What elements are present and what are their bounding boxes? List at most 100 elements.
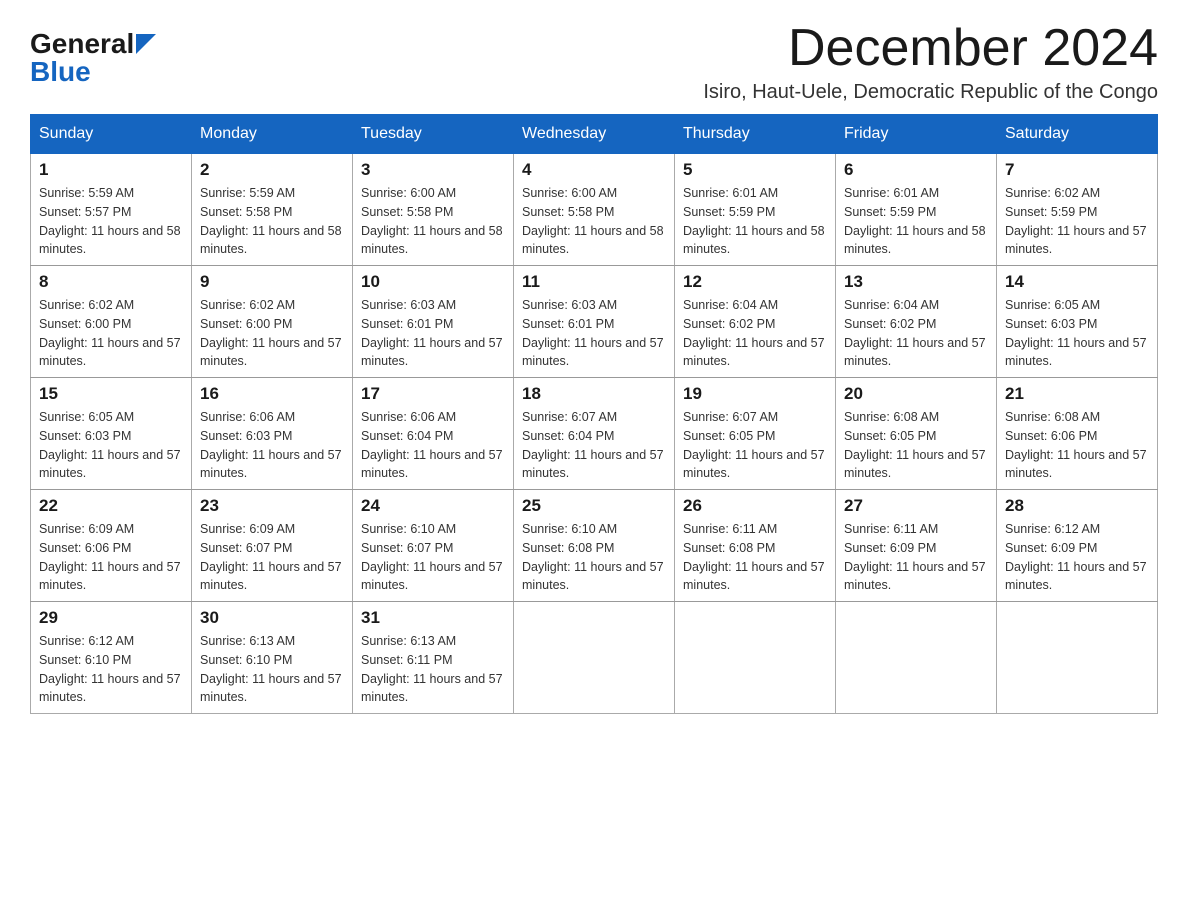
calendar-cell: 2 Sunrise: 5:59 AMSunset: 5:58 PMDaylight… bbox=[192, 154, 353, 266]
day-info: Sunrise: 6:08 AMSunset: 6:05 PMDaylight:… bbox=[844, 408, 988, 483]
day-number: 3 bbox=[361, 160, 505, 180]
calendar-cell: 20 Sunrise: 6:08 AMSunset: 6:05 PMDayligh… bbox=[836, 378, 997, 490]
col-header-tuesday: Tuesday bbox=[353, 115, 514, 154]
day-number: 22 bbox=[39, 496, 183, 516]
calendar-cell: 3 Sunrise: 6:00 AMSunset: 5:58 PMDaylight… bbox=[353, 154, 514, 266]
day-number: 15 bbox=[39, 384, 183, 404]
day-info: Sunrise: 6:12 AMSunset: 6:09 PMDaylight:… bbox=[1005, 520, 1149, 595]
calendar-cell: 22 Sunrise: 6:09 AMSunset: 6:06 PMDayligh… bbox=[31, 490, 192, 602]
day-number: 1 bbox=[39, 160, 183, 180]
logo: General Blue bbox=[30, 30, 156, 86]
day-number: 26 bbox=[683, 496, 827, 516]
calendar-header-row: SundayMondayTuesdayWednesdayThursdayFrid… bbox=[31, 115, 1158, 154]
day-info: Sunrise: 6:07 AMSunset: 6:05 PMDaylight:… bbox=[683, 408, 827, 483]
day-info: Sunrise: 6:12 AMSunset: 6:10 PMDaylight:… bbox=[39, 632, 183, 707]
calendar-cell: 21 Sunrise: 6:08 AMSunset: 6:06 PMDayligh… bbox=[997, 378, 1158, 490]
day-info: Sunrise: 6:10 AMSunset: 6:07 PMDaylight:… bbox=[361, 520, 505, 595]
calendar-cell: 1Sunrise: 5:59 AMSunset: 5:57 PMDaylight… bbox=[31, 154, 192, 266]
calendar-cell: 26 Sunrise: 6:11 AMSunset: 6:08 PMDayligh… bbox=[675, 490, 836, 602]
col-header-sunday: Sunday bbox=[31, 115, 192, 154]
day-info: Sunrise: 6:08 AMSunset: 6:06 PMDaylight:… bbox=[1005, 408, 1149, 483]
day-info: Sunrise: 5:59 AMSunset: 5:58 PMDaylight:… bbox=[200, 184, 344, 259]
col-header-thursday: Thursday bbox=[675, 115, 836, 154]
day-info: Sunrise: 6:00 AMSunset: 5:58 PMDaylight:… bbox=[522, 184, 666, 259]
day-number: 21 bbox=[1005, 384, 1149, 404]
calendar-cell: 10 Sunrise: 6:03 AMSunset: 6:01 PMDayligh… bbox=[353, 266, 514, 378]
calendar-cell bbox=[997, 602, 1158, 714]
day-info: Sunrise: 6:05 AMSunset: 6:03 PMDaylight:… bbox=[39, 408, 183, 483]
calendar-cell: 19 Sunrise: 6:07 AMSunset: 6:05 PMDayligh… bbox=[675, 378, 836, 490]
calendar-week-row: 22 Sunrise: 6:09 AMSunset: 6:06 PMDayligh… bbox=[31, 490, 1158, 602]
day-info: Sunrise: 6:13 AMSunset: 6:11 PMDaylight:… bbox=[361, 632, 505, 707]
calendar-cell: 15 Sunrise: 6:05 AMSunset: 6:03 PMDayligh… bbox=[31, 378, 192, 490]
calendar-cell: 5 Sunrise: 6:01 AMSunset: 5:59 PMDaylight… bbox=[675, 154, 836, 266]
day-number: 28 bbox=[1005, 496, 1149, 516]
calendar-cell: 28 Sunrise: 6:12 AMSunset: 6:09 PMDayligh… bbox=[997, 490, 1158, 602]
day-info: Sunrise: 6:03 AMSunset: 6:01 PMDaylight:… bbox=[522, 296, 666, 371]
calendar-week-row: 15 Sunrise: 6:05 AMSunset: 6:03 PMDayligh… bbox=[31, 378, 1158, 490]
day-info: Sunrise: 6:05 AMSunset: 6:03 PMDaylight:… bbox=[1005, 296, 1149, 371]
day-number: 4 bbox=[522, 160, 666, 180]
day-number: 6 bbox=[844, 160, 988, 180]
calendar-cell: 7Sunrise: 6:02 AMSunset: 5:59 PMDaylight… bbox=[997, 154, 1158, 266]
page-header: General Blue December 2024 Isiro, Haut-U… bbox=[30, 20, 1158, 104]
day-info: Sunrise: 6:07 AMSunset: 6:04 PMDaylight:… bbox=[522, 408, 666, 483]
calendar-table: SundayMondayTuesdayWednesdayThursdayFrid… bbox=[30, 114, 1158, 714]
day-info: Sunrise: 6:09 AMSunset: 6:06 PMDaylight:… bbox=[39, 520, 183, 595]
calendar-cell: 25Sunrise: 6:10 AMSunset: 6:08 PMDayligh… bbox=[514, 490, 675, 602]
calendar-cell bbox=[514, 602, 675, 714]
col-header-wednesday: Wednesday bbox=[514, 115, 675, 154]
calendar-cell: 23 Sunrise: 6:09 AMSunset: 6:07 PMDayligh… bbox=[192, 490, 353, 602]
calendar-week-row: 1Sunrise: 5:59 AMSunset: 5:57 PMDaylight… bbox=[31, 154, 1158, 266]
calendar-cell: 4 Sunrise: 6:00 AMSunset: 5:58 PMDaylight… bbox=[514, 154, 675, 266]
day-info: Sunrise: 6:00 AMSunset: 5:58 PMDaylight:… bbox=[361, 184, 505, 259]
day-number: 18 bbox=[522, 384, 666, 404]
day-info: Sunrise: 6:04 AMSunset: 6:02 PMDaylight:… bbox=[683, 296, 827, 371]
calendar-cell: 11 Sunrise: 6:03 AMSunset: 6:01 PMDayligh… bbox=[514, 266, 675, 378]
calendar-cell: 14Sunrise: 6:05 AMSunset: 6:03 PMDayligh… bbox=[997, 266, 1158, 378]
day-number: 2 bbox=[200, 160, 344, 180]
calendar-cell: 29Sunrise: 6:12 AMSunset: 6:10 PMDayligh… bbox=[31, 602, 192, 714]
day-number: 13 bbox=[844, 272, 988, 292]
calendar-cell: 6 Sunrise: 6:01 AMSunset: 5:59 PMDaylight… bbox=[836, 154, 997, 266]
day-info: Sunrise: 6:03 AMSunset: 6:01 PMDaylight:… bbox=[361, 296, 505, 371]
day-number: 9 bbox=[200, 272, 344, 292]
day-number: 5 bbox=[683, 160, 827, 180]
day-number: 27 bbox=[844, 496, 988, 516]
day-info: Sunrise: 6:11 AMSunset: 6:08 PMDaylight:… bbox=[683, 520, 827, 595]
day-number: 17 bbox=[361, 384, 505, 404]
calendar-cell bbox=[675, 602, 836, 714]
day-info: Sunrise: 6:11 AMSunset: 6:09 PMDaylight:… bbox=[844, 520, 988, 595]
col-header-monday: Monday bbox=[192, 115, 353, 154]
col-header-saturday: Saturday bbox=[997, 115, 1158, 154]
col-header-friday: Friday bbox=[836, 115, 997, 154]
day-info: Sunrise: 6:10 AMSunset: 6:08 PMDaylight:… bbox=[522, 520, 666, 595]
calendar-cell: 18 Sunrise: 6:07 AMSunset: 6:04 PMDayligh… bbox=[514, 378, 675, 490]
day-info: Sunrise: 6:09 AMSunset: 6:07 PMDaylight:… bbox=[200, 520, 344, 595]
day-number: 31 bbox=[361, 608, 505, 628]
day-number: 16 bbox=[200, 384, 344, 404]
day-number: 11 bbox=[522, 272, 666, 292]
day-number: 19 bbox=[683, 384, 827, 404]
day-number: 20 bbox=[844, 384, 988, 404]
day-number: 10 bbox=[361, 272, 505, 292]
logo-general: General bbox=[30, 30, 134, 58]
day-info: Sunrise: 6:02 AMSunset: 5:59 PMDaylight:… bbox=[1005, 184, 1149, 259]
month-title: December 2024 bbox=[703, 20, 1158, 77]
title-area: December 2024 Isiro, Haut-Uele, Democrat… bbox=[703, 20, 1158, 104]
calendar-cell: 13Sunrise: 6:04 AMSunset: 6:02 PMDayligh… bbox=[836, 266, 997, 378]
calendar-cell: 9 Sunrise: 6:02 AMSunset: 6:00 PMDaylight… bbox=[192, 266, 353, 378]
calendar-cell bbox=[836, 602, 997, 714]
day-number: 23 bbox=[200, 496, 344, 516]
day-info: Sunrise: 6:02 AMSunset: 6:00 PMDaylight:… bbox=[200, 296, 344, 371]
logo-blue: Blue bbox=[30, 58, 91, 86]
day-info: Sunrise: 6:06 AMSunset: 6:03 PMDaylight:… bbox=[200, 408, 344, 483]
calendar-cell: 24Sunrise: 6:10 AMSunset: 6:07 PMDayligh… bbox=[353, 490, 514, 602]
day-info: Sunrise: 6:13 AMSunset: 6:10 PMDaylight:… bbox=[200, 632, 344, 707]
day-info: Sunrise: 6:01 AMSunset: 5:59 PMDaylight:… bbox=[844, 184, 988, 259]
calendar-cell: 17Sunrise: 6:06 AMSunset: 6:04 PMDayligh… bbox=[353, 378, 514, 490]
day-info: Sunrise: 6:02 AMSunset: 6:00 PMDaylight:… bbox=[39, 296, 183, 371]
day-info: Sunrise: 6:01 AMSunset: 5:59 PMDaylight:… bbox=[683, 184, 827, 259]
calendar-cell: 8Sunrise: 6:02 AMSunset: 6:00 PMDaylight… bbox=[31, 266, 192, 378]
location-subtitle: Isiro, Haut-Uele, Democratic Republic of… bbox=[703, 81, 1158, 104]
